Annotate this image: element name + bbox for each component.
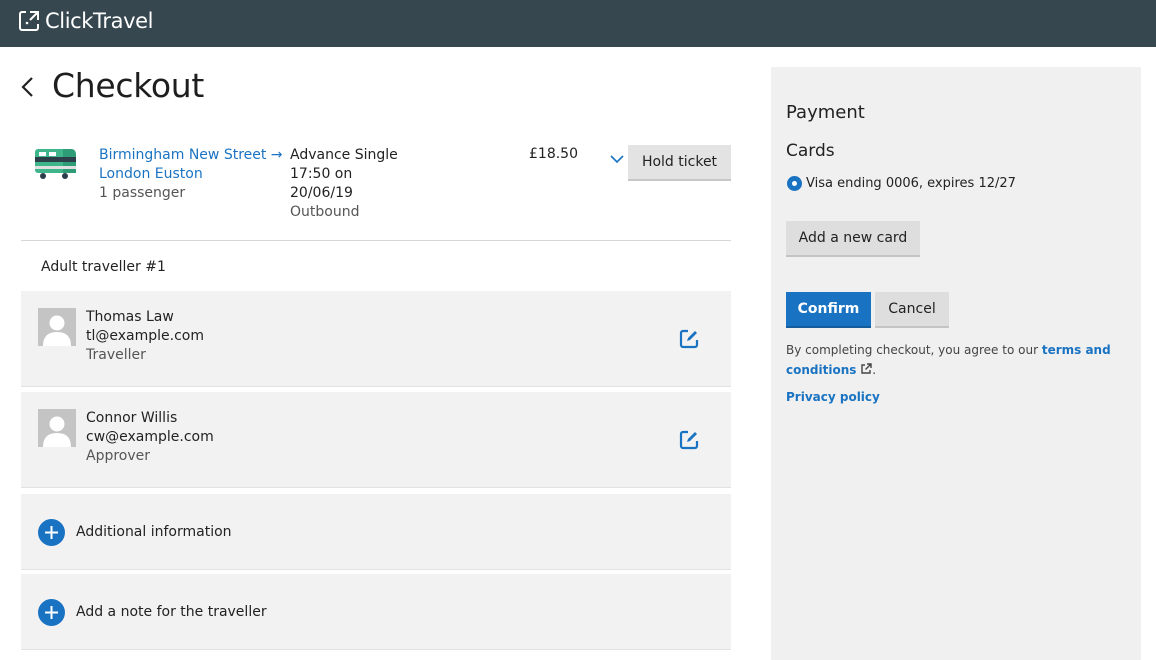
add-new-card-button[interactable]: Add a new card (786, 221, 920, 257)
clicktravel-logo-icon (19, 11, 39, 31)
fare-type: Advance Single (290, 147, 398, 163)
page-title: Checkout (52, 66, 204, 105)
cancel-button[interactable]: Cancel (875, 292, 949, 328)
person-info: Connor Willis cw@example.com Approver (86, 409, 214, 466)
ticket-price: £18.50 (529, 146, 578, 162)
additional-information-label: Additional information (76, 524, 232, 540)
back-arrow-icon[interactable] (18, 74, 40, 100)
saved-card-label: Visa ending 0006, expires 12/27 (806, 176, 1016, 191)
person-info: Thomas Law tl@example.com Traveller (86, 308, 204, 365)
traveller-section-label: Adult traveller #1 (41, 259, 166, 275)
hold-ticket-button[interactable]: Hold ticket (628, 145, 731, 181)
person-role: Approver (86, 448, 151, 464)
terms-notice: By completing checkout, you agree to our… (786, 340, 1116, 380)
person-name: Thomas Law (86, 309, 174, 325)
radio-selected-icon[interactable] (787, 176, 802, 191)
brand-logo[interactable]: ClickTravel (17, 9, 153, 33)
cards-title: Cards (786, 141, 835, 161)
avatar-icon (38, 409, 76, 447)
fare-details: Advance Single 17:50 on 20/06/19 Outboun… (290, 146, 398, 222)
brand-name: ClickTravel (45, 9, 154, 33)
external-link-icon[interactable] (860, 363, 872, 375)
avatar (38, 409, 76, 447)
person-email: tl@example.com (86, 328, 204, 344)
divider (21, 240, 731, 241)
train-icon (35, 149, 76, 179)
departure-time: 17:50 on (290, 166, 353, 182)
passenger-count: 1 passenger (99, 185, 186, 201)
edit-icon[interactable] (678, 328, 700, 350)
route-origin[interactable]: Birmingham New Street → (99, 146, 283, 165)
add-note-label: Add a note for the traveller (76, 604, 267, 620)
confirm-button[interactable]: Confirm (786, 292, 871, 328)
person-name: Connor Willis (86, 410, 178, 426)
chevron-down-icon[interactable] (610, 154, 624, 164)
payment-title: Payment (786, 102, 865, 123)
privacy-policy-link[interactable]: Privacy policy (786, 390, 880, 404)
avatar (38, 308, 76, 346)
departure-date: 20/06/19 (290, 185, 353, 201)
terms-suffix: . (872, 363, 877, 377)
journey-route: Birmingham New Street → London Euston 1 … (99, 146, 283, 203)
additional-information-section[interactable]: Additional information (21, 494, 731, 570)
person-card-approver: Connor Willis cw@example.com Approver (21, 392, 731, 488)
person-role: Traveller (86, 347, 146, 363)
journey-direction: Outbound (290, 204, 360, 220)
edit-icon[interactable] (678, 429, 700, 451)
add-note-section[interactable]: Add a note for the traveller (21, 574, 731, 650)
top-bar: ClickTravel (0, 0, 1156, 47)
plus-circle-icon (38, 599, 65, 626)
route-destination[interactable]: London Euston (99, 165, 283, 184)
plus-circle-icon (38, 519, 65, 546)
payment-panel: Payment Cards Visa ending 0006, expires … (771, 67, 1141, 660)
person-card-traveller: Thomas Law tl@example.com Traveller (21, 291, 731, 387)
terms-prefix: By completing checkout, you agree to our (786, 343, 1038, 357)
saved-card-option[interactable]: Visa ending 0006, expires 12/27 (787, 176, 1016, 191)
person-email: cw@example.com (86, 429, 214, 445)
avatar-icon (38, 308, 76, 346)
